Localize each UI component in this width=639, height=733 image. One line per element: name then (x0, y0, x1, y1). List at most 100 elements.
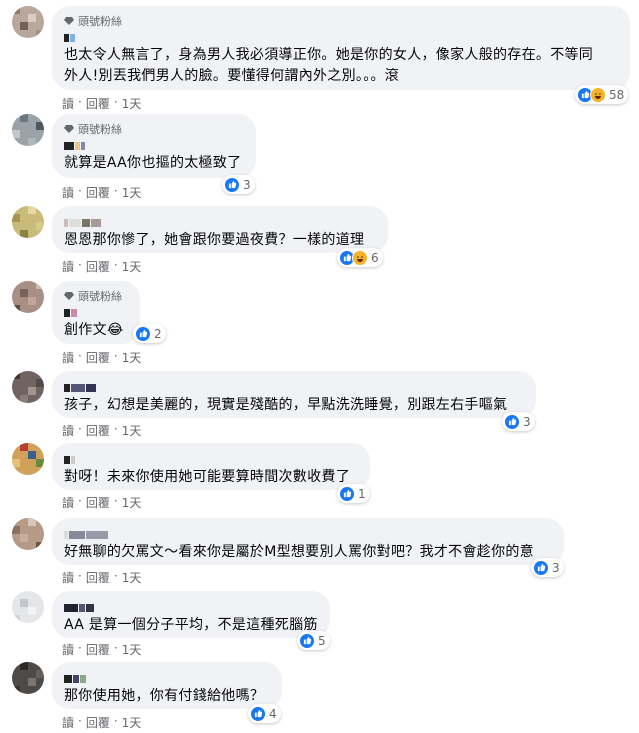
author-name[interactable] (64, 671, 270, 683)
author-name[interactable] (64, 138, 244, 150)
author-name[interactable] (64, 600, 318, 612)
comment-text: 恩恩那你慘了，她會跟你要過夜費？一樣的道理 (64, 232, 365, 248)
like-button[interactable]: 讀 (62, 95, 74, 112)
avatar[interactable] (12, 518, 44, 550)
comment-bubble: 那你使用她，你有付錢給他嗎？ (52, 662, 282, 709)
haha-icon (352, 249, 368, 266)
comment-actions: 讀 · 回覆 · 1天 (62, 422, 142, 439)
timestamp[interactable]: 1天 (122, 569, 142, 586)
like-icon (339, 485, 355, 502)
like-icon (135, 325, 151, 342)
comment-bubble: 恩恩那你慘了，她會跟你要過夜費？一樣的道理 (52, 206, 388, 253)
reaction-summary[interactable]: 6 (337, 248, 383, 267)
diamond-icon (64, 16, 74, 25)
author-name[interactable] (64, 527, 552, 539)
timestamp[interactable]: 1天 (122, 494, 142, 511)
avatar[interactable] (12, 662, 44, 694)
like-button[interactable]: 讀 (62, 641, 74, 658)
avatar[interactable] (12, 281, 44, 313)
reply-button[interactable]: 回覆 (86, 349, 110, 366)
author-name[interactable] (64, 380, 524, 392)
like-button[interactable]: 讀 (62, 494, 74, 511)
avatar[interactable] (12, 206, 44, 238)
comment-text: AA 是算一個分子平均，不是這種死腦筋 (64, 617, 318, 633)
reaction-summary[interactable]: 3 (531, 558, 564, 577)
top-fan-badge: 頭號粉絲 (64, 13, 618, 28)
comment-bubble: 頭號粉絲 也太令人無言了，身為男人我必須導正你。她是你的女人，像家人般的存在。不… (52, 6, 630, 90)
comment-text: 孩子，幻想是美麗的，現實是殘酷的，早點洗洗睡覺，別跟左右手嘔氣 (64, 397, 508, 413)
comment-text: 創作文😂 (64, 322, 124, 338)
comment-actions: 讀 · 回覆 · 1天 (62, 714, 142, 731)
avatar[interactable] (12, 371, 44, 403)
author-name[interactable] (64, 215, 376, 227)
comment-actions: 讀 · 回覆 · 1天 (62, 184, 142, 201)
avatar[interactable] (12, 114, 44, 146)
timestamp[interactable]: 1天 (122, 349, 142, 366)
comment-text: 也太令人無言了，身為男人我必須導正你。她是你的女人，像家人般的存在。不等同 外人… (64, 47, 594, 84)
reply-button[interactable]: 回覆 (86, 494, 110, 511)
reply-button[interactable]: 回覆 (86, 569, 110, 586)
comment-bubble: 頭號粉絲 就算是AA你也摳的太極致了 (52, 114, 256, 178)
timestamp[interactable]: 1天 (122, 95, 142, 112)
diamond-icon (64, 291, 74, 300)
reaction-summary[interactable]: 1 (337, 484, 370, 503)
comment-feed: 頭號粉絲 也太令人無言了，身為男人我必須導正你。她是你的女人，像家人般的存在。不… (0, 0, 639, 733)
reaction-summary[interactable]: 4 (248, 704, 281, 723)
comment-bubble: 孩子，幻想是美麗的，現實是殘酷的，早點洗洗睡覺，別跟左右手嘔氣 (52, 371, 536, 418)
author-name[interactable] (64, 452, 358, 464)
reply-button[interactable]: 回覆 (86, 258, 110, 275)
avatar[interactable] (12, 6, 44, 38)
comment-actions: 讀 · 回覆 · 1天 (62, 569, 142, 586)
reaction-count: 58 (609, 87, 625, 102)
like-button[interactable]: 讀 (62, 422, 74, 439)
author-name[interactable] (64, 30, 618, 42)
reaction-summary[interactable]: 58 (575, 85, 629, 104)
top-fan-badge: 頭號粉絲 (64, 121, 244, 136)
timestamp[interactable]: 1天 (122, 641, 142, 658)
reaction-summary[interactable]: 2 (133, 324, 166, 343)
timestamp[interactable]: 1天 (122, 184, 142, 201)
like-button[interactable]: 讀 (62, 714, 74, 731)
reaction-count: 6 (371, 250, 379, 265)
like-icon (533, 559, 549, 576)
comment-bubble: 對呀！未來你使用她可能要算時間次數收費了 (52, 443, 370, 490)
reaction-count: 3 (552, 560, 560, 575)
reply-button[interactable]: 回覆 (86, 422, 110, 439)
reaction-summary[interactable]: 3 (222, 175, 255, 194)
comment-actions: 讀 · 回覆 · 1天 (62, 494, 142, 511)
avatar[interactable] (12, 443, 44, 475)
like-button[interactable]: 讀 (62, 569, 74, 586)
top-fan-badge: 頭號粉絲 (64, 288, 128, 303)
author-name[interactable] (64, 305, 128, 317)
comment-text: 就算是AA你也摳的太極致了 (64, 155, 242, 171)
like-button[interactable]: 讀 (62, 258, 74, 275)
comment-actions: 讀 · 回覆 · 1天 (62, 258, 142, 275)
like-icon (504, 413, 520, 430)
comment-text: 好無聊的欠罵文～看來你是屬於M型想要別人罵你對吧？我才不會趁你的意 (64, 544, 534, 560)
reaction-summary[interactable]: 5 (297, 631, 330, 650)
like-icon (299, 632, 315, 649)
diamond-icon (64, 124, 74, 133)
reaction-count: 2 (154, 326, 162, 341)
reply-button[interactable]: 回覆 (86, 714, 110, 731)
like-button[interactable]: 讀 (62, 184, 74, 201)
like-button[interactable]: 讀 (62, 349, 74, 366)
reply-button[interactable]: 回覆 (86, 184, 110, 201)
comment-bubble: 頭號粉絲 創作文😂 (52, 281, 140, 344)
haha-icon (590, 86, 606, 103)
timestamp[interactable]: 1天 (122, 714, 142, 731)
like-icon (250, 705, 266, 722)
reaction-count: 4 (269, 706, 277, 721)
reaction-summary[interactable]: 3 (502, 412, 535, 431)
comment-actions: 讀 · 回覆 · 1天 (62, 95, 142, 112)
comment-text: 對呀！未來你使用她可能要算時間次數收費了 (64, 469, 350, 485)
avatar[interactable] (12, 591, 44, 623)
timestamp[interactable]: 1天 (122, 258, 142, 275)
reaction-count: 1 (358, 486, 366, 501)
reaction-count: 3 (523, 414, 531, 429)
reply-button[interactable]: 回覆 (86, 95, 110, 112)
timestamp[interactable]: 1天 (122, 422, 142, 439)
reply-button[interactable]: 回覆 (86, 641, 110, 658)
reaction-count: 3 (243, 177, 251, 192)
comment-bubble: 好無聊的欠罵文～看來你是屬於M型想要別人罵你對吧？我才不會趁你的意 (52, 518, 564, 565)
